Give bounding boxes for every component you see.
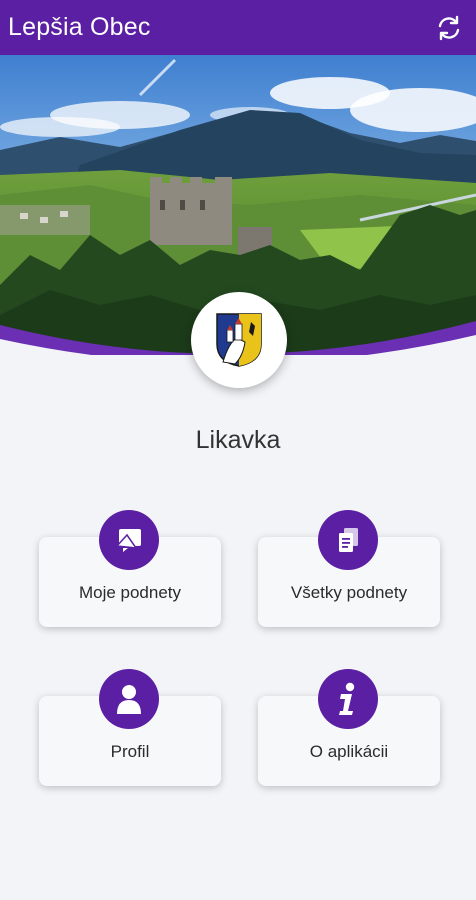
about-label: O aplikácii bbox=[309, 742, 389, 761]
all-reports-label: Všetky podnety bbox=[290, 583, 408, 602]
app-title: Lepšia Obec bbox=[8, 13, 151, 41]
crest-badge bbox=[191, 292, 287, 388]
coat-of-arms bbox=[216, 313, 262, 367]
village-name: Likavka bbox=[195, 426, 281, 454]
my-reports-icon[interactable] bbox=[99, 510, 159, 570]
app-bar: Lepšia Obec bbox=[0, 0, 476, 55]
profile-icon[interactable] bbox=[99, 669, 159, 729]
refresh-icon bbox=[438, 15, 460, 40]
my-reports-label: Moje podnety bbox=[78, 583, 182, 602]
info-icon[interactable] bbox=[318, 669, 378, 729]
profile-label: Profil bbox=[110, 742, 150, 761]
all-reports-icon[interactable] bbox=[318, 510, 378, 570]
refresh-button[interactable] bbox=[432, 11, 466, 45]
